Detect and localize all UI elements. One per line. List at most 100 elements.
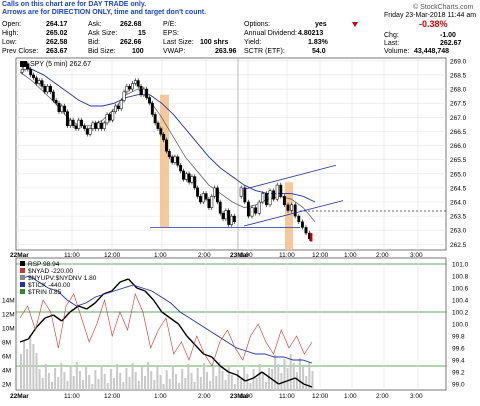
y-left-tick-label: 10M	[2, 326, 15, 333]
volume-bar	[60, 363, 63, 390]
quote-date: Friday 23-Mar-2018 11:44 am	[384, 12, 476, 19]
y-left-tick-label: 12M	[2, 312, 15, 319]
candle-down	[187, 173, 191, 183]
y-tick-label: 99.0	[452, 382, 465, 389]
candle-down	[215, 187, 219, 203]
y-tick-label: 263.5	[450, 214, 467, 221]
candle-down	[207, 198, 211, 208]
disclaimer-note: Calls on this chart are for DAY TRADE on…	[2, 1, 242, 17]
candle-down	[300, 221, 304, 228]
legend-swatch	[20, 289, 25, 294]
candle-down	[136, 80, 140, 87]
volume-label: Volume:	[384, 48, 409, 55]
options-value: yes	[315, 21, 327, 28]
y-tick-label: 266.5	[450, 129, 467, 136]
volume-bar	[147, 362, 150, 390]
candle-down	[264, 193, 268, 206]
volume-bar	[190, 373, 193, 390]
low-value: 262.58	[46, 39, 68, 46]
volume-bar	[44, 364, 47, 390]
candle-up	[37, 80, 41, 84]
volume-bar	[202, 363, 205, 390]
volume-bar	[66, 381, 69, 390]
volume-bar	[305, 376, 308, 390]
volume-bar	[32, 344, 35, 390]
asksize-value: 15	[138, 30, 146, 37]
y-tick-label: 264.0	[450, 200, 467, 207]
x-tick-label: 2:00	[376, 393, 389, 400]
volume-bar	[51, 382, 53, 390]
volume-bar	[193, 382, 196, 390]
candle-up	[88, 128, 92, 135]
candle-down	[279, 184, 283, 197]
volume-bar	[63, 372, 66, 390]
bid-label: Bid:	[88, 39, 100, 46]
volume-bar	[274, 355, 277, 390]
volume-bar	[196, 368, 199, 390]
volume-bar	[264, 382, 267, 390]
volume-bar	[233, 384, 236, 390]
high-value: 265.02	[46, 30, 68, 37]
y-tick-label: 267.0	[450, 115, 467, 122]
volume-bar	[156, 366, 159, 390]
candle-down	[179, 165, 183, 172]
volume-bar	[35, 353, 38, 390]
volume-bar	[20, 354, 22, 390]
volume-bar	[302, 367, 305, 390]
y-left-tick-label: 6M	[2, 354, 11, 361]
volume-bar	[150, 371, 153, 390]
candle-down	[227, 210, 231, 225]
legend-swatch	[20, 261, 25, 266]
candle-up	[190, 176, 194, 183]
bidsize-value: 100	[132, 48, 144, 55]
candle-down	[246, 201, 250, 217]
y-tick-label: 263.0	[450, 228, 467, 235]
candle-down	[74, 125, 78, 129]
highlight-band	[285, 182, 293, 250]
candle-down	[43, 85, 47, 93]
candle-down	[254, 207, 258, 214]
candle-down	[204, 193, 208, 200]
y-tick-label: 267.5	[450, 101, 467, 108]
volume-bar	[103, 374, 106, 390]
candle-up	[105, 114, 109, 124]
volume-bar	[116, 364, 119, 390]
lastsize-value: 100 shrs	[200, 39, 229, 46]
candle-down	[150, 102, 154, 115]
volume-bar	[75, 362, 78, 390]
candle-down	[167, 150, 171, 158]
last-candle	[310, 233, 313, 242]
legend-entry: $NYAD -220.00	[28, 268, 73, 275]
volume-bar	[175, 374, 177, 390]
volume-bar	[246, 374, 249, 390]
candle-up	[275, 184, 279, 200]
candle-down	[63, 105, 67, 112]
last-label: Last:	[384, 40, 399, 47]
volume-bar	[230, 375, 233, 390]
pct-change: -0.38%	[419, 19, 448, 29]
candle-down	[218, 201, 222, 214]
volume-bar	[140, 367, 143, 390]
volume-bar	[277, 364, 280, 390]
legend-swatch	[20, 268, 25, 273]
candle-up	[77, 119, 81, 129]
volume-bar	[128, 377, 131, 390]
volume-bar	[82, 380, 84, 390]
x-tick-label: 2:00	[198, 393, 211, 400]
candle-down	[139, 85, 143, 95]
candle-up	[97, 122, 101, 129]
candle-up	[239, 187, 243, 197]
candle-down	[193, 176, 197, 189]
y-tick-label: 265.0	[450, 171, 467, 178]
legend-entry: RSP 98.94	[28, 261, 60, 268]
volume-bar	[187, 364, 190, 390]
candle-up	[224, 210, 228, 220]
lastsize-label: Last Size:	[163, 39, 194, 46]
chg-label: Chg:	[384, 32, 399, 39]
volume-bar	[252, 369, 255, 390]
y-tick-label: 99.8	[452, 334, 465, 341]
candle-down	[34, 77, 38, 84]
candle-down	[82, 125, 86, 129]
volume-bar	[184, 378, 187, 390]
x-tick-label: 22Mar	[10, 393, 29, 400]
